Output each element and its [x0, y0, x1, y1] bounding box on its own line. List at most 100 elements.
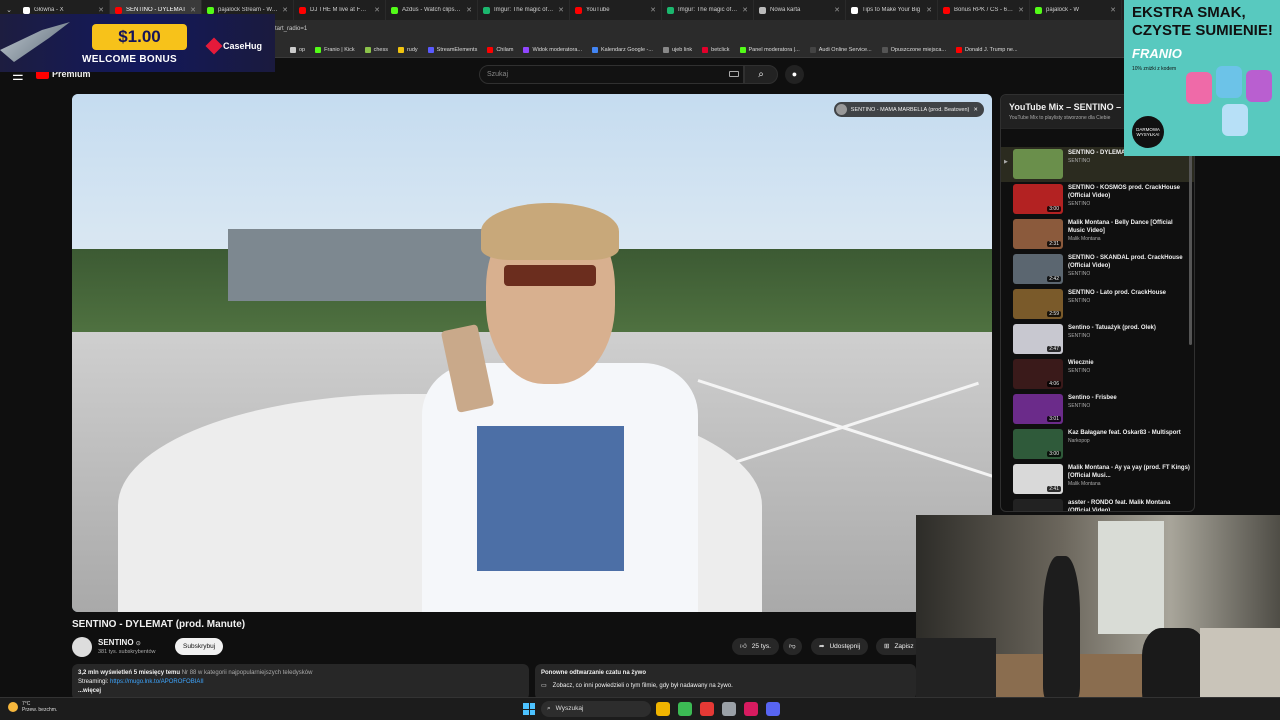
bookmark-item[interactable]: ujeb link [662, 46, 692, 53]
playlist-item[interactable]: 2:42 SENTINO - SKANDAL prod. CrackHouse (… [1001, 252, 1194, 287]
search-button[interactable]: ⌕ [744, 65, 778, 84]
url-text[interactable]: start_radio=1 [272, 26, 307, 32]
playlist-item[interactable]: 4:06 Wiecznie SENTINO [1001, 357, 1194, 392]
video-thumbnail[interactable]: 2:59 [1013, 289, 1063, 319]
browser-tab[interactable]: Imgur: The magic of the ✕ [662, 0, 754, 20]
mix-list: ▶ SENTINO - DYLEMAT (prod. Manute) SENTINO… [1001, 129, 1194, 511]
playlist-item-title[interactable]: Sentino - Tatuażyk (prod. Olek) [1068, 324, 1156, 332]
playlist-item[interactable]: 3:00 asster - RONDO feat. Malik Montana (… [1001, 497, 1194, 511]
bookmark-item[interactable]: Kalendarz Google -... [591, 46, 653, 53]
playlist-item-title[interactable]: Wiecznie [1068, 359, 1094, 367]
channel-name[interactable]: SENTINO ⊙ [98, 638, 141, 647]
weather-widget[interactable]: 7°C Przew. bezchm. [8, 701, 57, 713]
bookmark-item[interactable]: op [290, 46, 305, 53]
video-thumbnail[interactable]: 3:00 [1013, 429, 1063, 459]
close-tab-icon[interactable]: ✕ [742, 6, 748, 14]
microphone-icon[interactable]: ● [785, 65, 804, 84]
playlist-item-title[interactable]: Malik Montana - Ay ya yay (prod. FT King… [1068, 464, 1190, 480]
video-thumbnail[interactable]: 2:41 [1013, 464, 1063, 494]
video-player[interactable]: SENTINO - MAMA MARBELLA (prod. Beatoven)… [72, 94, 992, 612]
video-thumbnail[interactable]: 3:00 [1013, 184, 1063, 214]
taskbar-search[interactable]: ⌕ Wyszukaj [541, 701, 651, 717]
playlist-item[interactable]: 3:01 Sentino - Frisbee SENTINO [1001, 392, 1194, 427]
playlist-item[interactable]: 2:47 Sentino - Tatuażyk (prod. Olek) SENTI… [1001, 322, 1194, 357]
bookmark-item[interactable]: Chilam [487, 46, 513, 53]
close-tab-icon[interactable]: ✕ [1110, 6, 1116, 14]
bookmark-item[interactable]: StreamElements [427, 46, 477, 53]
browser-tab[interactable]: DJ THE M live at FESTIVAL ✕ [294, 0, 386, 20]
playlist-item[interactable]: 2:31 Malik Montana - Belly Dance [Officia… [1001, 217, 1194, 252]
streaming-link[interactable]: https://mugo.lnk.to/APOROFOBIAII [110, 679, 204, 685]
taskbar-app-icon[interactable] [766, 702, 780, 716]
browser-tab[interactable]: Nowa karta ✕ [754, 0, 846, 20]
video-thumbnail[interactable]: 2:42 [1013, 254, 1063, 284]
bookmark-item[interactable]: Donald J. Trump ne... [955, 46, 1018, 53]
playlist-item-title[interactable]: SENTINO - KOSMOS prod. CrackHouse (Offic… [1068, 184, 1190, 200]
taskbar-app-icon[interactable] [744, 702, 758, 716]
close-icon[interactable]: ✕ [973, 107, 978, 113]
now-playing-chip[interactable]: SENTINO - MAMA MARBELLA (prod. Beatoven)… [833, 102, 984, 117]
browser-tab[interactable]: pajalock - W ✕ [1030, 0, 1122, 20]
channel-avatar[interactable] [72, 637, 92, 657]
video-description[interactable]: 3,2 mln wyświetleń 5 miesięcy temu Nr 88… [72, 664, 529, 700]
bookmark-item[interactable]: Widok moderatora... [523, 46, 582, 53]
video-thumbnail[interactable]: 3:01 [1013, 394, 1063, 424]
playlist-item[interactable]: 2:41 Malik Montana - Ay ya yay (prod. FT … [1001, 462, 1194, 497]
close-tab-icon[interactable]: ✕ [190, 6, 196, 14]
bookmark-item[interactable]: rudy [397, 46, 418, 53]
video-thumbnail[interactable]: 4:06 [1013, 359, 1063, 389]
browser-tab[interactable]: YouTube ✕ [570, 0, 662, 20]
video-thumbnail[interactable]: 2:47 [1013, 324, 1063, 354]
channel-name-text[interactable]: SENTINO [98, 638, 134, 647]
browser-tab[interactable]: Bonus RPK / CS - 60-1 ✕ [938, 0, 1030, 20]
keyboard-icon[interactable] [729, 71, 739, 77]
like-button[interactable]: 👍︎ 25 tys. [732, 638, 779, 655]
close-tab-icon[interactable]: ✕ [650, 6, 656, 14]
bookmark-item[interactable]: Opuszczone miejsca... [881, 46, 946, 53]
close-tab-icon[interactable]: ✕ [282, 6, 288, 14]
chat-replay-panel[interactable]: Ponowne odtwarzanie czatu na żywo ▭ Zoba… [535, 664, 916, 700]
playlist-item[interactable]: 3:00 SENTINO - KOSMOS prod. CrackHouse (O… [1001, 182, 1194, 217]
search-input[interactable]: Szukaj [479, 65, 744, 84]
video-thumbnail[interactable]: 2:31 [1013, 219, 1063, 249]
save-button[interactable]: ⊞ Zapisz [876, 638, 922, 655]
share-label: Udostępnij [829, 643, 861, 650]
browser-tab[interactable]: Azdus - Watch clips on ✕ [386, 0, 478, 20]
bookmark-item[interactable]: Panel moderatora |... [739, 46, 800, 53]
bookmark-item[interactable]: chess [364, 46, 388, 53]
close-tab-icon[interactable]: ✕ [926, 6, 932, 14]
close-tab-icon[interactable]: ✕ [466, 6, 472, 14]
playlist-item-title[interactable]: Sentino - Frisbee [1068, 394, 1117, 402]
tab-search-icon[interactable]: ⌄ [0, 6, 18, 14]
bookmark-item[interactable]: Franio | Kick [315, 46, 355, 53]
browser-tab[interactable]: Imgur: The magic of the ✕ [478, 0, 570, 20]
playlist-item-title[interactable]: SENTINO - SKANDAL prod. CrackHouse (Offi… [1068, 254, 1190, 270]
playlist-item[interactable]: 2:59 SENTINO - Lato prod. CrackHouse SENTI… [1001, 287, 1194, 322]
playlist-item[interactable]: 3:00 Kaz Bałagane feat. Oskar83 - Multisp… [1001, 427, 1194, 462]
close-tab-icon[interactable]: ✕ [98, 6, 104, 14]
video-thumbnail[interactable]: 3:00 [1013, 499, 1063, 511]
playlist-item-title[interactable]: asster - RONDO feat. Malik Montana (Offi… [1068, 499, 1190, 511]
subscribe-button[interactable]: Subskrybuj [175, 638, 224, 655]
taskbar-app-icon[interactable] [700, 702, 714, 716]
taskbar-app-icon[interactable] [656, 702, 670, 716]
dislike-button[interactable]: 👎︎ [783, 638, 802, 655]
video-thumbnail[interactable] [1013, 149, 1063, 179]
show-more-link[interactable]: ...więcej [78, 687, 523, 696]
close-tab-icon[interactable]: ✕ [374, 6, 380, 14]
browser-tab[interactable]: Tips to Make Your Big ✕ [846, 0, 938, 20]
bookmark-item[interactable]: betclick [702, 46, 730, 53]
share-button[interactable]: ➦ Udostępnij [811, 638, 869, 655]
close-tab-icon[interactable]: ✕ [1018, 6, 1024, 14]
playlist-item-title[interactable]: SENTINO - Lato prod. CrackHouse [1068, 289, 1166, 297]
playlist-item-title[interactable]: Kaz Bałagane feat. Oskar83 - Multisport [1068, 429, 1181, 437]
windows-start-icon[interactable] [523, 703, 535, 715]
bookmark-item[interactable]: Audi Online Service... [809, 46, 872, 53]
close-tab-icon[interactable]: ✕ [834, 6, 840, 14]
trending-category[interactable]: Nr 88 w kategorii najpopularniejszych te… [182, 670, 313, 676]
playlist-item-title[interactable]: Malik Montana - Belly Dance [Official Mu… [1068, 219, 1190, 235]
scrollbar[interactable] [1189, 145, 1192, 345]
taskbar-app-icon[interactable] [722, 702, 736, 716]
close-tab-icon[interactable]: ✕ [558, 6, 564, 14]
taskbar-app-icon[interactable] [678, 702, 692, 716]
